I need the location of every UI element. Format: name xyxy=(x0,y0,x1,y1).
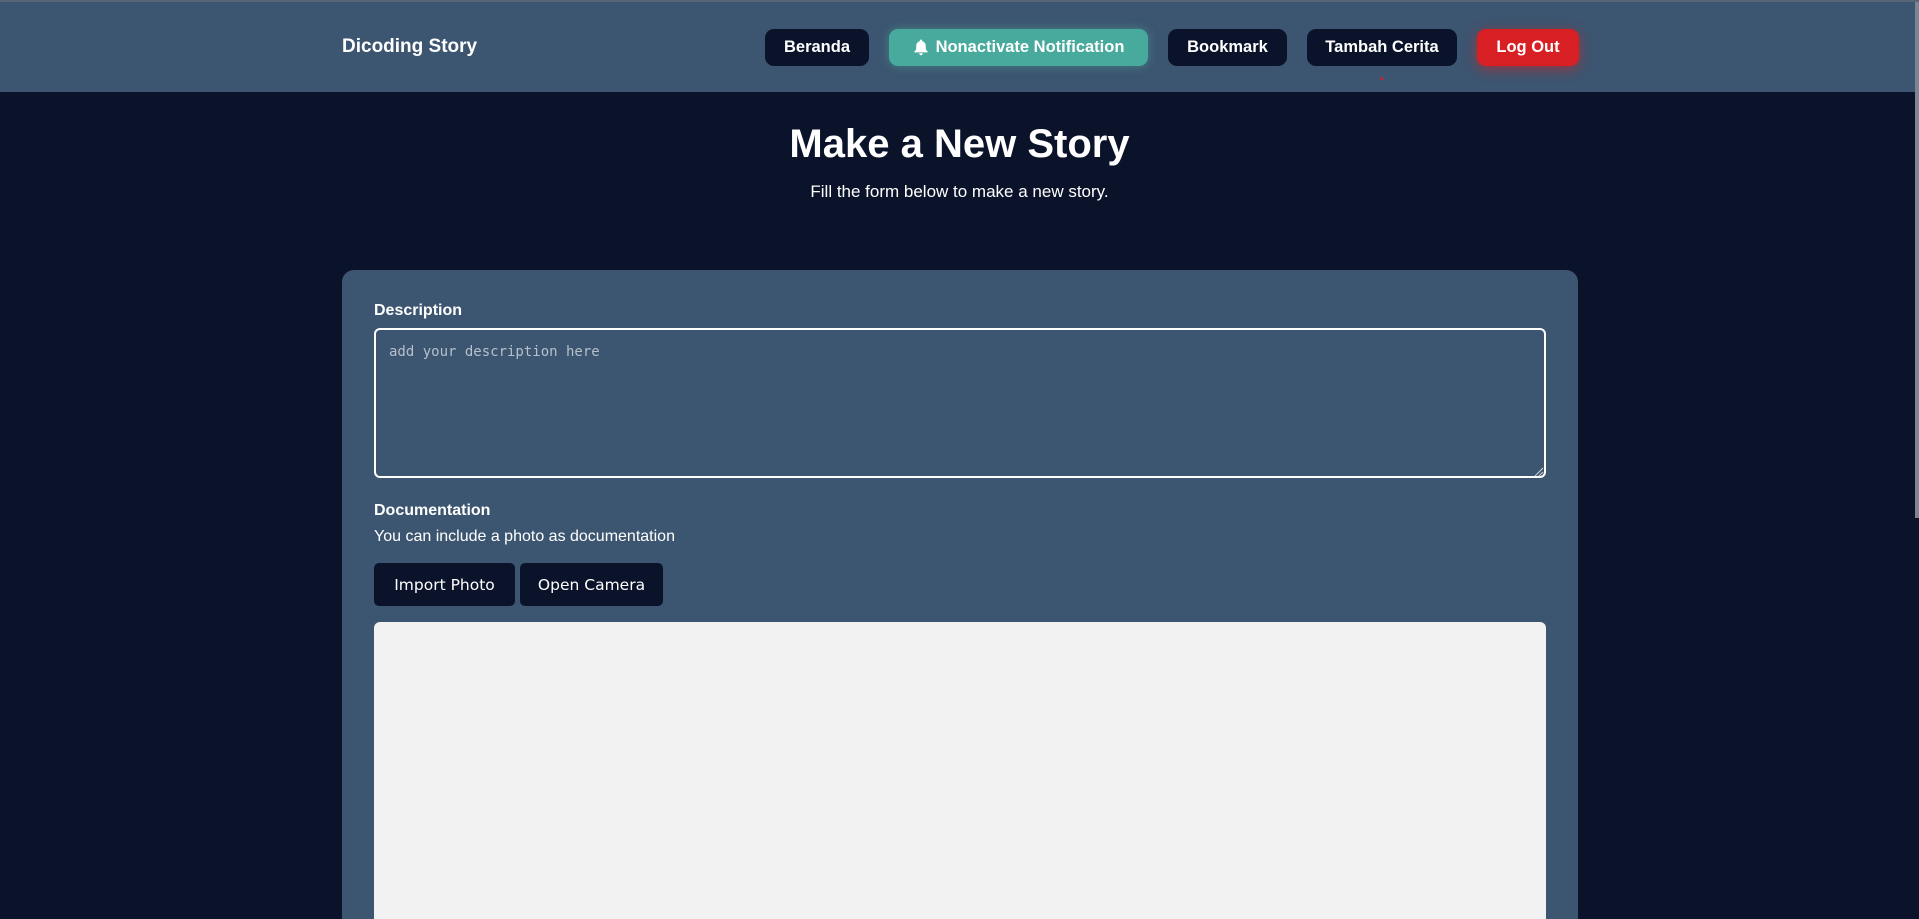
logout-label: Log Out xyxy=(1496,38,1560,56)
nav-bookmark-button[interactable]: Bookmark xyxy=(1168,29,1287,66)
active-indicator-dot xyxy=(1380,77,1383,80)
photo-preview-area xyxy=(374,622,1546,919)
nav-add-story-button[interactable]: Tambah Cerita xyxy=(1307,29,1457,66)
documentation-label: Documentation xyxy=(374,502,491,519)
nav-home-button[interactable]: Beranda xyxy=(765,29,869,66)
nav-notification-label: Nonactivate Notification xyxy=(935,38,1125,56)
open-camera-label: Open Camera xyxy=(537,575,646,594)
documentation-help-text: You can include a photo as documentation xyxy=(374,528,675,545)
open-camera-button[interactable]: Open Camera xyxy=(520,563,663,606)
description-label: Description xyxy=(374,302,463,319)
top-navigation-bar: Dicoding Story Beranda Nonactivate Notif… xyxy=(0,2,1919,92)
nav-add-story-label: Tambah Cerita xyxy=(1325,38,1439,56)
import-photo-button[interactable]: Import Photo xyxy=(374,563,515,606)
brand-title[interactable]: Dicoding Story xyxy=(342,36,477,58)
import-photo-label: Import Photo xyxy=(394,575,495,594)
logout-button[interactable]: Log Out xyxy=(1477,29,1579,66)
page-scrollbar-thumb[interactable] xyxy=(1915,2,1919,518)
description-textarea[interactable] xyxy=(374,328,1546,478)
new-story-form: Description Documentation You can includ… xyxy=(342,270,1578,919)
resize-handle-icon[interactable] xyxy=(1534,464,1544,477)
page-title: Make a New Story xyxy=(789,122,1130,166)
page-subtitle: Fill the form below to make a new story. xyxy=(810,182,1109,201)
nav-home-label: Beranda xyxy=(783,38,851,56)
nav-notification-toggle-button[interactable]: Nonactivate Notification xyxy=(889,29,1148,66)
bell-icon xyxy=(913,39,929,56)
nav-bookmark-label: Bookmark xyxy=(1187,38,1268,56)
